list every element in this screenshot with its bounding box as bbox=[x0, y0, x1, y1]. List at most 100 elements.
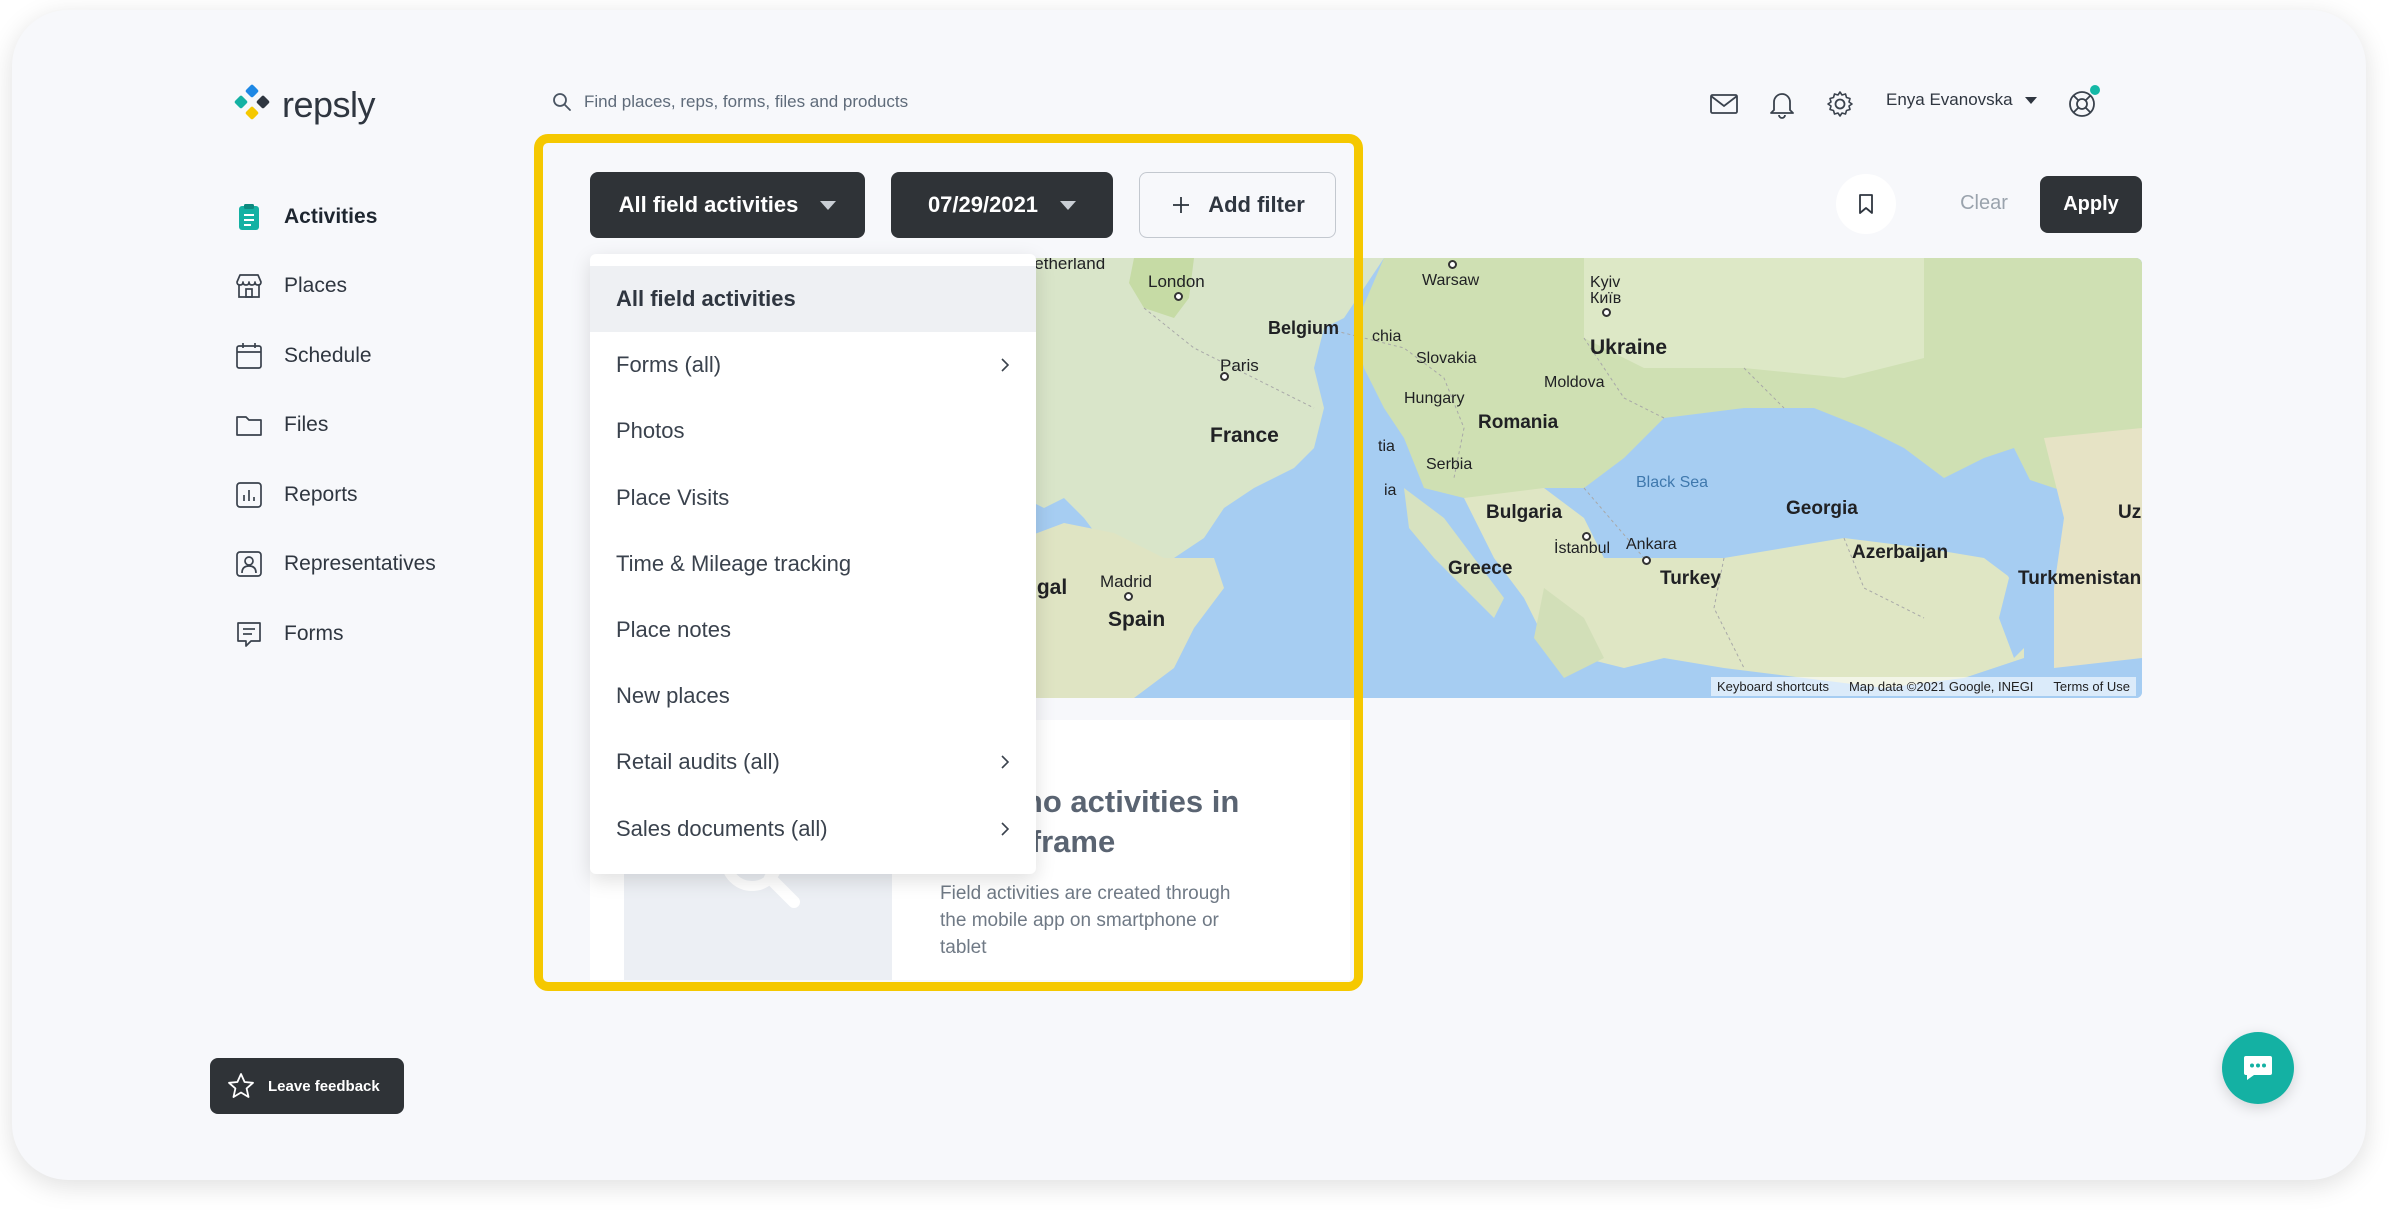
city-marker bbox=[1174, 292, 1183, 301]
dropdown-item-label: Place notes bbox=[616, 617, 731, 643]
map-label: Azerbaijan bbox=[1852, 542, 1949, 563]
city-marker bbox=[1448, 260, 1457, 269]
map-label: London bbox=[1148, 272, 1205, 291]
sidebar-item-reports[interactable]: Reports bbox=[234, 460, 436, 530]
dropdown-item-label: Retail audits (all) bbox=[616, 749, 780, 775]
dropdown-item-label: Place Visits bbox=[616, 484, 730, 510]
map-label: Black Sea bbox=[1636, 474, 1709, 491]
sidebar-item-label: Schedule bbox=[284, 343, 372, 367]
add-filter-label: Add filter bbox=[1208, 192, 1305, 217]
chat-button[interactable] bbox=[2222, 1032, 2294, 1104]
map-label: Ukraine bbox=[1590, 336, 1668, 359]
city-marker bbox=[1602, 308, 1611, 317]
map-label: Georgia bbox=[1786, 498, 1858, 519]
activity-type-dropdown: All field activities Forms (all) Photos … bbox=[590, 254, 1036, 874]
dropdown-item-forms[interactable]: Forms (all) bbox=[590, 332, 1036, 398]
save-filter-button[interactable] bbox=[1836, 174, 1896, 234]
notifications-button[interactable] bbox=[1764, 86, 1800, 122]
map-label: Ankara bbox=[1626, 536, 1677, 553]
activity-type-filter[interactable]: All field activities bbox=[590, 172, 865, 238]
map-label: Spain bbox=[1108, 608, 1166, 631]
map-label: Hungary bbox=[1404, 390, 1465, 407]
dropdown-item-new-places[interactable]: New places bbox=[590, 663, 1036, 729]
date-filter[interactable]: 07/29/2021 bbox=[891, 172, 1113, 238]
clear-filters-button[interactable]: Clear bbox=[1930, 174, 2038, 232]
chevron-right-icon bbox=[1001, 755, 1010, 769]
plus-icon bbox=[1173, 197, 1190, 213]
apply-filters-button[interactable]: Apply bbox=[2040, 176, 2142, 233]
activities-map[interactable]: Netherland London Belgium Paris France M… bbox=[1024, 258, 2142, 698]
date-value: 07/29/2021 bbox=[927, 192, 1039, 217]
map-background bbox=[1024, 258, 2142, 698]
sidebar-nav: Activities Places Schedule Files Reports… bbox=[234, 182, 436, 669]
map-label: Romania bbox=[1478, 412, 1559, 433]
map-label: Turkmenistan bbox=[2018, 568, 2142, 589]
map-attribution: Map data ©2021 Google, INEGI bbox=[1848, 679, 2034, 694]
star-icon bbox=[228, 1073, 254, 1098]
add-filter-button[interactable]: Add filter bbox=[1139, 172, 1336, 238]
dropdown-item-place-notes[interactable]: Place notes bbox=[590, 597, 1036, 663]
dropdown-item-photos[interactable]: Photos bbox=[590, 398, 1036, 464]
sidebar-item-representatives[interactable]: Representatives bbox=[234, 530, 436, 600]
city-marker bbox=[1582, 532, 1591, 541]
sidebar-item-label: Representatives bbox=[284, 552, 436, 576]
feedback-label: Leave feedback bbox=[268, 1077, 380, 1095]
user-menu[interactable]: Enya Evanovska bbox=[1886, 90, 2037, 110]
map-label: France bbox=[1210, 424, 1279, 447]
gear-icon bbox=[1827, 91, 1853, 117]
dropdown-item-time-mileage[interactable]: Time & Mileage tracking bbox=[590, 531, 1036, 597]
dropdown-item-all-field-activities[interactable]: All field activities bbox=[590, 266, 1036, 333]
dropdown-item-label: Photos bbox=[616, 418, 685, 444]
map-label: Madrid bbox=[1100, 572, 1152, 591]
store-icon bbox=[236, 274, 262, 299]
map-label: Greece bbox=[1448, 558, 1513, 579]
chat-icon bbox=[2244, 1056, 2272, 1080]
city-marker bbox=[1220, 372, 1229, 381]
repsly-logo-icon bbox=[234, 84, 270, 120]
map-label: Moldova bbox=[1544, 374, 1605, 391]
user-name: Enya Evanovska bbox=[1886, 90, 2013, 109]
map-label: tia bbox=[1378, 438, 1395, 455]
person-card-icon bbox=[236, 551, 262, 578]
dropdown-item-label: All field activities bbox=[616, 286, 796, 312]
messages-button[interactable] bbox=[1706, 86, 1742, 122]
map-label: Serbia bbox=[1426, 456, 1473, 473]
repsly-logo[interactable]: repsly bbox=[232, 84, 376, 126]
map-label: Bulgaria bbox=[1486, 502, 1563, 523]
empty-state-title: re no activities in ne frame bbox=[986, 784, 1240, 859]
empty-state-subtitle: Field activities are created through the… bbox=[940, 883, 1231, 958]
chevron-right-icon bbox=[1001, 822, 1010, 836]
status-dot bbox=[2090, 85, 2100, 95]
dropdown-item-retail-audits[interactable]: Retail audits (all) bbox=[590, 729, 1036, 795]
dropdown-item-label: New places bbox=[616, 683, 730, 709]
chevron-down-icon bbox=[2024, 96, 2037, 104]
terms-link[interactable]: Terms of Use bbox=[2053, 679, 2130, 694]
keyboard-shortcuts-link[interactable]: Keyboard shortcuts bbox=[1717, 679, 1829, 694]
dropdown-item-place-visits[interactable]: Place Visits bbox=[590, 465, 1036, 531]
bookmark-icon bbox=[1859, 194, 1873, 214]
city-marker bbox=[1642, 556, 1651, 565]
sidebar-item-activities[interactable]: Activities bbox=[234, 182, 436, 252]
map-label: Turkey bbox=[1660, 568, 1721, 589]
dropdown-item-label: Forms (all) bbox=[616, 352, 722, 378]
sidebar-item-places[interactable]: Places bbox=[234, 252, 436, 322]
global-search[interactable] bbox=[552, 92, 1104, 112]
dropdown-item-label: Sales documents (all) bbox=[616, 815, 828, 841]
map-label: Belgium bbox=[1268, 318, 1340, 338]
map-label: Warsaw bbox=[1422, 272, 1480, 289]
sidebar-item-forms[interactable]: Forms bbox=[234, 599, 436, 669]
leave-feedback-button[interactable]: Leave feedback bbox=[210, 1058, 404, 1114]
sidebar-item-files[interactable]: Files bbox=[234, 391, 436, 461]
folder-icon bbox=[236, 416, 262, 437]
calendar-icon bbox=[236, 342, 262, 369]
map-label: İstanbul bbox=[1554, 540, 1611, 557]
chevron-right-icon bbox=[1001, 358, 1010, 372]
map-label: chia bbox=[1372, 328, 1402, 345]
clipboard-icon bbox=[239, 203, 259, 230]
dropdown-item-label: Time & Mileage tracking bbox=[616, 550, 852, 576]
sidebar-item-label: Reports bbox=[284, 482, 358, 506]
settings-button[interactable] bbox=[1822, 86, 1858, 122]
search-input[interactable] bbox=[584, 92, 1104, 112]
dropdown-item-sales-documents[interactable]: Sales documents (all) bbox=[590, 796, 1036, 862]
sidebar-item-schedule[interactable]: Schedule bbox=[234, 321, 436, 391]
